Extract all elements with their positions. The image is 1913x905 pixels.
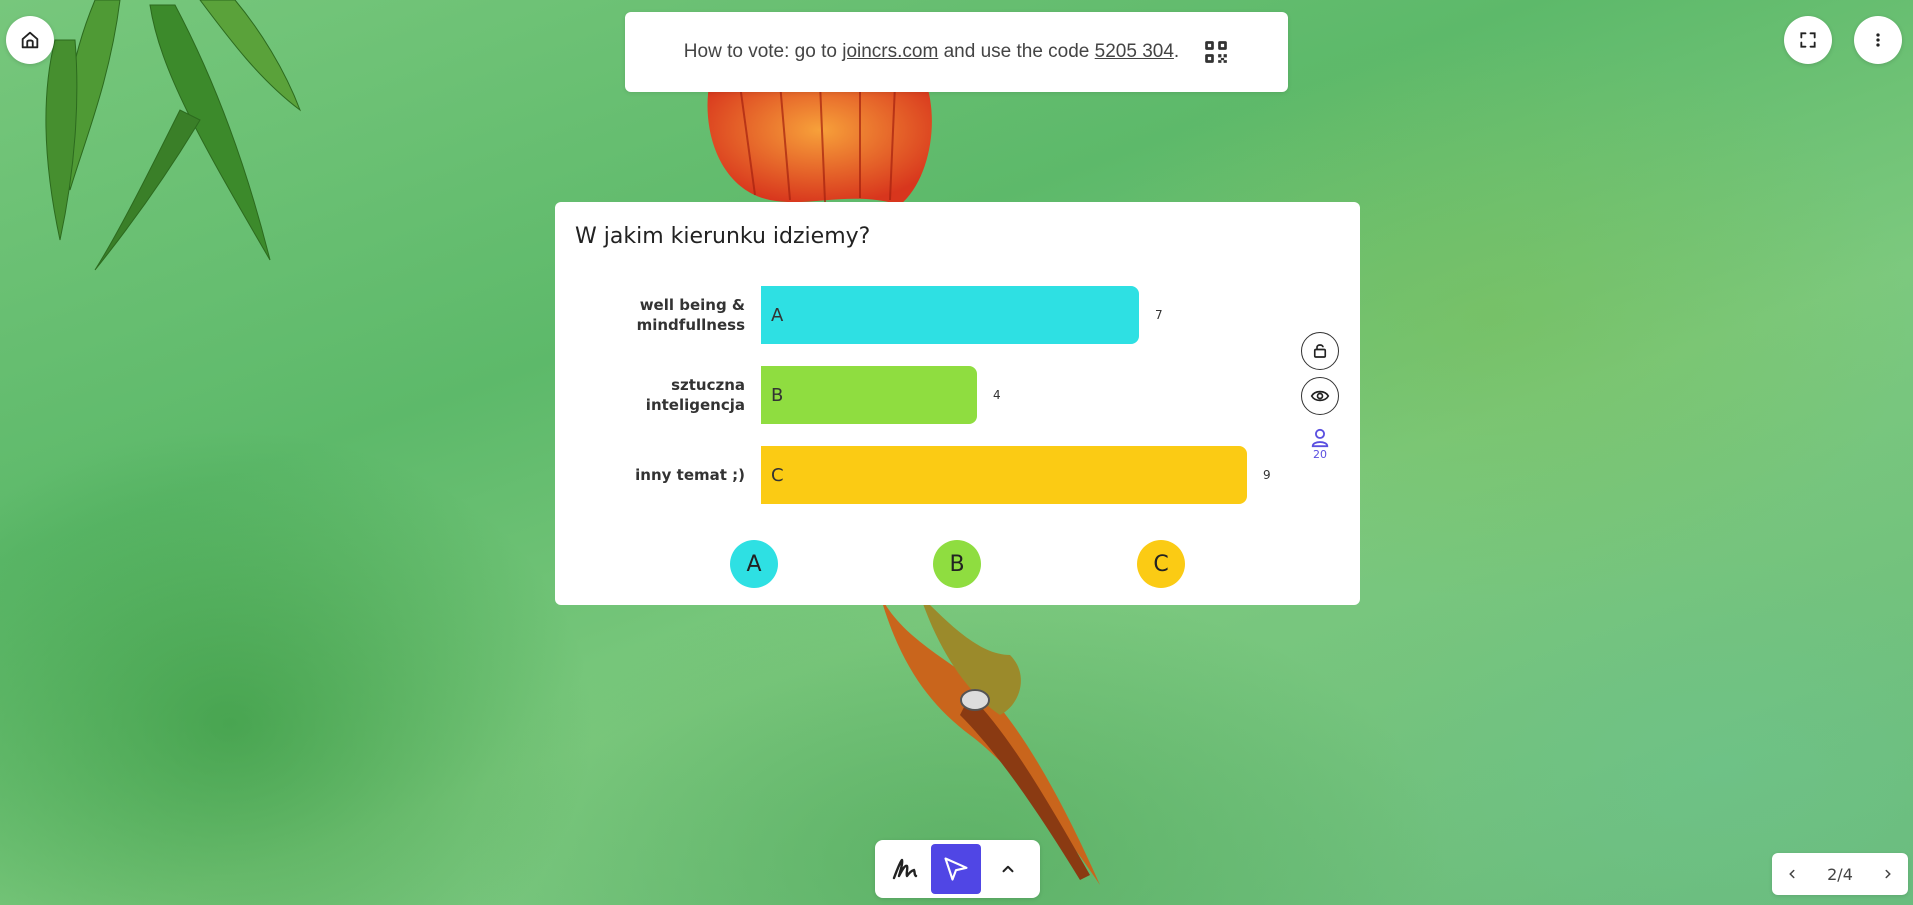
option-button-b-letter: B xyxy=(949,551,965,577)
chevron-left-icon xyxy=(1789,869,1795,879)
option-label-b-line1: sztuczna xyxy=(671,376,745,394)
fullscreen-icon xyxy=(1800,32,1816,48)
presenter-toolbar xyxy=(875,840,1040,898)
option-button-c[interactable]: C xyxy=(1137,540,1185,588)
home-button[interactable] xyxy=(6,16,54,64)
vote-instructions-prefix: How to vote: go to xyxy=(683,41,837,62)
result-bar-b[interactable]: B xyxy=(761,366,977,424)
vote-instructions-suffix: . xyxy=(1173,41,1180,62)
participants-count: 20 xyxy=(1313,448,1327,461)
bar-letter-c: C xyxy=(771,464,784,486)
option-label-b: sztuczna inteligencja xyxy=(555,366,745,424)
pen-tool-button[interactable] xyxy=(881,844,931,894)
slide-pager: 2/4 xyxy=(1772,853,1908,895)
more-vertical-icon xyxy=(1876,33,1880,47)
more-options-button[interactable] xyxy=(1854,16,1902,64)
home-icon xyxy=(21,31,39,49)
result-count-b: 4 xyxy=(993,388,1001,402)
option-button-b[interactable]: B xyxy=(933,540,981,588)
pen-icon xyxy=(892,858,918,880)
vote-instructions-banner: How to vote: go to joincrs.com and use t… xyxy=(625,12,1288,92)
option-label-c: inny temat ;) xyxy=(555,446,745,504)
vote-code-link[interactable]: 5205 304 xyxy=(1095,41,1174,63)
eye-icon xyxy=(1310,390,1330,402)
option-label-b-line2: inteligencja xyxy=(645,396,745,414)
pointer-tool-button[interactable] xyxy=(931,844,981,894)
slide-counter: 2/4 xyxy=(1827,864,1853,884)
lock-voting-button[interactable] xyxy=(1301,332,1339,370)
user-icon xyxy=(1311,428,1329,448)
chevron-up-icon xyxy=(1002,865,1014,873)
poll-result-row-a: well being & mindfullness A 7 xyxy=(555,286,1255,344)
poll-question: W jakim kierunku idziemy? xyxy=(575,224,871,249)
option-button-a-letter: A xyxy=(746,551,762,577)
chevron-right-icon xyxy=(1885,869,1891,879)
poll-result-row-b: sztuczna inteligencja B 4 xyxy=(555,366,1255,424)
option-label-a-line1: well being & xyxy=(639,296,745,314)
bar-letter-b: B xyxy=(771,384,784,406)
toolbar-expand-button[interactable] xyxy=(983,844,1033,894)
result-count-c: 9 xyxy=(1263,468,1271,482)
option-button-a[interactable]: A xyxy=(730,540,778,588)
next-slide-button[interactable] xyxy=(1876,859,1900,889)
vote-site-link[interactable]: joincrs.com xyxy=(842,41,938,63)
result-count-a: 7 xyxy=(1155,308,1163,322)
option-label-c-line1: inny temat ;) xyxy=(635,466,745,484)
qr-code-icon xyxy=(1205,41,1228,63)
option-button-c-letter: C xyxy=(1153,551,1169,577)
option-label-a: well being & mindfullness xyxy=(555,286,745,344)
participants-indicator[interactable]: 20 xyxy=(1306,428,1334,461)
result-bar-a[interactable]: A xyxy=(761,286,1139,344)
vote-instructions-middle: and use the code xyxy=(943,41,1090,62)
toggle-results-visibility-button[interactable] xyxy=(1301,377,1339,415)
result-bar-c[interactable]: C xyxy=(761,446,1247,504)
previous-slide-button[interactable] xyxy=(1780,859,1804,889)
pointer-icon xyxy=(944,857,968,881)
poll-result-row-c: inny temat ;) C 9 xyxy=(555,446,1271,504)
bar-letter-a: A xyxy=(771,304,784,326)
option-label-a-line2: mindfullness xyxy=(636,316,745,334)
lock-icon xyxy=(1313,344,1327,358)
poll-card: W jakim kierunku idziemy? well being & mi… xyxy=(555,202,1360,605)
qr-code-button[interactable] xyxy=(1203,39,1229,65)
fullscreen-button[interactable] xyxy=(1784,16,1832,64)
